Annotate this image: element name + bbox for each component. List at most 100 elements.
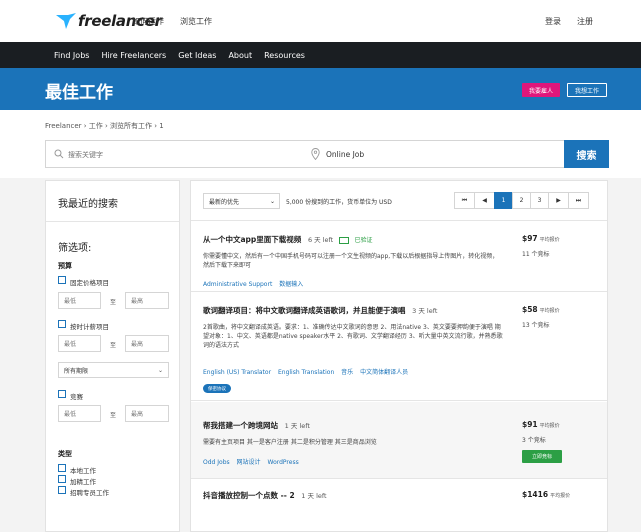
job-title-line: 歌词翻译项目：将中文歌词翻译成英语歌词，并且能便于演唱 3 天 left (203, 305, 437, 316)
hourly-max-input[interactable]: 最高 (125, 335, 169, 352)
find-work-button[interactable]: 我想工作 (567, 83, 607, 97)
chevron-down-icon: ⌄ (269, 198, 275, 205)
job-listing[interactable]: 帮我搭建一个跨境网站 1 天 left 需要有主页项目 其一是客户注册 其二是积… (191, 402, 607, 479)
job-results: 最新的优先 ⌄ 5,000 份搜到的工作，货币单位为 USD ⏮ ◀ 1 2 3… (190, 180, 608, 532)
first-page-button[interactable]: ⏮ (454, 192, 475, 209)
keyword-search-input[interactable] (68, 148, 308, 161)
job-title-line: 抖音播放控制一个点数 -- 2 1 天 left (203, 490, 327, 501)
hourly-checkbox[interactable] (58, 320, 66, 328)
price-sub-label: 平均报价 (550, 493, 571, 499)
contest-max-input[interactable]: 最高 (125, 405, 169, 422)
price-sub-label: 平均报价 (539, 423, 560, 429)
prev-page-button[interactable]: ◀ (474, 192, 495, 209)
job-listing[interactable]: 歌词翻译项目：将中文歌词翻译成英语歌词，并且能便于演唱 3 天 left 2首歌… (191, 293, 607, 401)
how-it-works-link[interactable]: 如何运作 (132, 16, 164, 27)
duration-select-value: 所有期限 (64, 367, 89, 375)
register-link[interactable]: 注册 (577, 16, 593, 27)
recent-searches-title: 我最近的搜索 (58, 199, 118, 210)
job-tag[interactable]: WordPress (267, 459, 298, 466)
bid-count: 13 个竞标 (522, 322, 550, 329)
next-page-button[interactable]: ▶ (548, 192, 569, 209)
price-value: $91 (522, 420, 538, 429)
sort-select-value: 最新的优先 (209, 198, 240, 206)
bid-count: 11 个竞标 (522, 251, 550, 258)
price-value: $1416 (522, 490, 549, 499)
local-jobs-checkbox[interactable] (58, 464, 66, 472)
job-title[interactable]: 帮我搭建一个跨境网站 (203, 421, 278, 430)
sort-select[interactable]: 最新的优先 ⌄ (203, 193, 280, 209)
fixed-max-input[interactable]: 最高 (125, 292, 169, 309)
job-tag[interactable]: 音乐 (341, 369, 353, 376)
job-title[interactable]: 从一个中文app里面下载视频 (203, 235, 301, 244)
job-tag[interactable]: 数据输入 (279, 281, 303, 288)
chevron-down-icon: ⌄ (157, 367, 163, 374)
contest-label: 竞赛 (70, 393, 83, 401)
job-tag[interactable]: 中文简体翻译人员 (360, 369, 408, 376)
job-description: 需要有主页项目 其一是客户注册 其二是积分管理 其三是商品浏览 (203, 439, 377, 446)
job-title-line: 从一个中文app里面下载视频 6 天 left 已验证 (203, 234, 373, 245)
nav-resources[interactable]: Resources (264, 51, 305, 60)
type-label: 类型 (58, 450, 72, 458)
sidebar-divider (46, 221, 179, 222)
fixed-min-input[interactable]: 最低 (58, 292, 101, 309)
contest-checkbox[interactable] (58, 390, 66, 398)
nav-hire-freelancers[interactable]: Hire Freelancers (101, 51, 166, 60)
results-count: 5,000 份搜到的工作，货币单位为 USD (286, 199, 392, 206)
contest-min-input[interactable]: 最低 (58, 405, 101, 422)
recruiter-jobs-checkbox[interactable] (58, 486, 66, 494)
job-listing[interactable]: 抖音播放控制一个点数 -- 2 1 天 left $1416 平均报价 (191, 480, 607, 532)
page-title: 最佳工作 (45, 83, 113, 103)
hourly-label: 按时计薪项目 (70, 323, 109, 331)
job-time-left: 1 天 left (284, 422, 310, 430)
login-link[interactable]: 登录 (545, 16, 561, 27)
hourly-min-input[interactable]: 最低 (58, 335, 101, 352)
job-tag[interactable]: English (US) Translator (203, 369, 271, 376)
last-page-button[interactable]: ⏭ (568, 192, 589, 209)
pagination: ⏮ ◀ 1 2 3 ▶ ⏭ (454, 192, 589, 209)
search-button[interactable]: 搜索 (564, 140, 609, 168)
bid-count: 3 个竞标 (522, 437, 546, 444)
hourly-to-label: 至 (110, 342, 117, 349)
page-2-button[interactable]: 2 (512, 192, 531, 209)
location-pin-icon (311, 148, 320, 160)
job-listing[interactable]: 从一个中文app里面下载视频 6 天 left 已验证 你需要懂中文，然后有一个… (191, 222, 607, 292)
job-time-left: 1 天 left (301, 492, 327, 500)
price-value: $58 (522, 305, 538, 314)
location-input[interactable] (326, 148, 526, 161)
job-price: $1416 平均报价 (522, 490, 570, 499)
filters-title: 筛选项: (58, 243, 92, 254)
contest-to-label: 至 (110, 412, 117, 419)
job-title-line: 帮我搭建一个跨境网站 1 天 left (203, 420, 310, 431)
bid-now-button[interactable]: 立即竞标 (522, 450, 562, 463)
featured-jobs-label: 加精工作 (70, 478, 96, 486)
job-tag[interactable]: 网站设计 (237, 459, 261, 466)
nav-about[interactable]: About (228, 51, 252, 60)
price-value: $97 (522, 234, 538, 243)
job-price: $91 平均报价 (522, 420, 560, 429)
hero-banner: 最佳工作 我要雇人 我想工作 (0, 68, 641, 110)
nav-get-ideas[interactable]: Get Ideas (178, 51, 216, 60)
job-tag[interactable]: Administrative Support (203, 281, 272, 288)
page-1-button[interactable]: 1 (494, 192, 513, 209)
fixed-price-label: 固定价格项目 (70, 279, 109, 287)
breadcrumb[interactable]: Freelancer › 工作 › 浏览所有工作 › 1 (45, 121, 164, 131)
job-tag[interactable]: Odd Jobs (203, 459, 230, 466)
job-price: $58 平均报价 (522, 305, 560, 314)
main-nav: Find Jobs Hire Freelancers Get Ideas Abo… (0, 42, 641, 68)
job-title[interactable]: 歌词翻译项目：将中文歌词翻译成英语歌词，并且能便于演唱 (203, 306, 406, 315)
browse-jobs-link[interactable]: 浏览工作 (180, 16, 212, 27)
nda-badge: 保密协议 (203, 384, 231, 393)
nav-find-jobs[interactable]: Find Jobs (54, 51, 89, 60)
fixed-price-checkbox[interactable] (58, 276, 66, 284)
job-price: $97 平均报价 (522, 234, 560, 243)
top-header: freelancer 如何运作 浏览工作 登录 注册 (0, 0, 641, 42)
duration-select[interactable]: 所有期限 ⌄ (58, 362, 169, 378)
hire-button[interactable]: 我要雇人 (522, 83, 560, 97)
fixed-to-label: 至 (110, 299, 117, 306)
job-tag[interactable]: English Translation (278, 369, 334, 376)
job-title[interactable]: 抖音播放控制一个点数 -- 2 (203, 491, 295, 500)
page-3-button[interactable]: 3 (530, 192, 549, 209)
featured-jobs-checkbox[interactable] (58, 475, 66, 483)
job-time-left: 6 天 left (307, 236, 334, 244)
local-jobs-label: 本地工作 (70, 467, 96, 475)
